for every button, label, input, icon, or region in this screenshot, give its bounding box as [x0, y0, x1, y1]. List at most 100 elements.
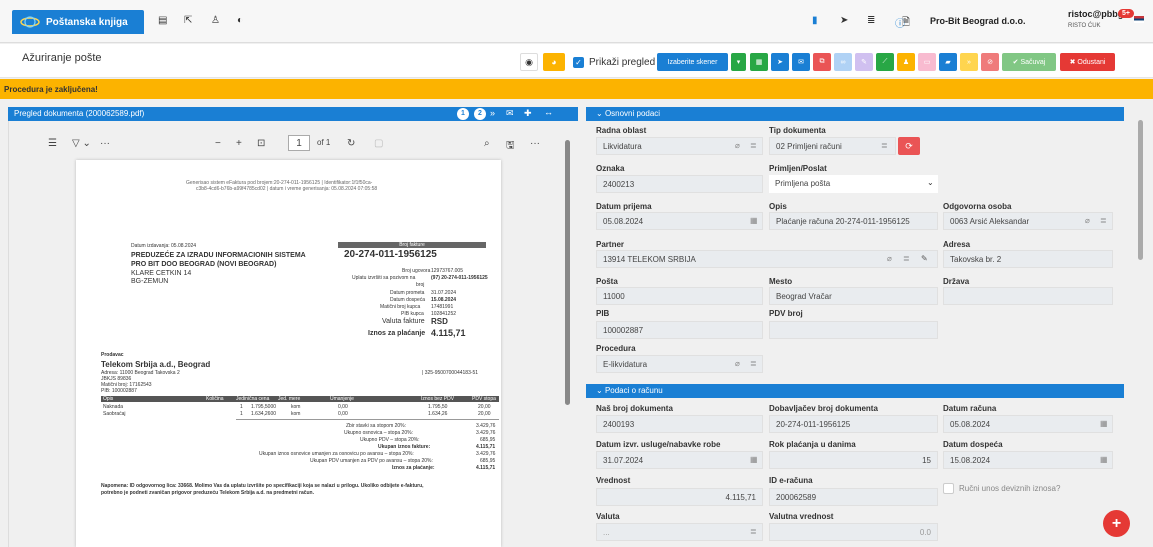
list-icon[interactable]: ≣ [881, 141, 888, 150]
select-scanner-button[interactable]: Izaberite skener [657, 53, 728, 71]
manual-currency-checkbox[interactable] [943, 483, 954, 494]
external-link-icon[interactable]: ⇱ [184, 15, 192, 26]
datum-racuna-value: 05.08.2024 [950, 420, 991, 429]
pdf-sum: 685,95 [480, 458, 496, 464]
bookmark-icon[interactable]: ▮ [812, 15, 818, 26]
pdf-td: kom [291, 411, 301, 417]
zoom-in-icon[interactable]: + [236, 138, 242, 149]
pdf-more-icon[interactable]: ··· [530, 138, 540, 149]
pib-field: 100002887 [596, 321, 763, 339]
primljen-select[interactable]: Primljena pošta ⌄ [769, 175, 938, 193]
list-icon[interactable]: ≣ [750, 141, 757, 150]
clear-icon[interactable]: ⌀ [887, 254, 892, 263]
search-icon[interactable]: ⌕ [484, 138, 490, 149]
valuta-field[interactable]: ... ≣ [596, 523, 763, 541]
fast-forward-icon[interactable]: » [490, 108, 495, 118]
odgovorna-osoba-field[interactable]: 0063 Arsić Aleksandar ⌀ ≣ [943, 212, 1113, 230]
user-email[interactable]: ristoc@pbbg [1068, 9, 1123, 19]
datum-usluge-value: 31.07.2024 [603, 456, 644, 465]
clear-icon[interactable]: ⌀ [735, 359, 740, 368]
opis-field[interactable]: Plaćanje računa 20-274-011-1956125 [769, 212, 938, 230]
form-scrollbar[interactable] [1138, 120, 1143, 260]
forward-icon[interactable]: » [960, 53, 978, 71]
more-icon[interactable]: ··· [100, 138, 110, 149]
radna-oblast-field[interactable]: Likvidatura ⌀ ≣ [596, 137, 763, 155]
folder-icon[interactable]: ▭ [918, 53, 936, 71]
copy-icon[interactable]: ⧉ [813, 53, 831, 71]
save-button[interactable]: ✔ Sačuvaj [1002, 53, 1056, 71]
fit-page-icon[interactable]: ⊡ [257, 138, 265, 149]
tip-dokumenta-field[interactable]: 02 Primljeni računi ≣ [769, 137, 896, 155]
pencil-icon[interactable]: ✎ [855, 53, 873, 71]
chart-icon[interactable]: ⟋ [876, 53, 894, 71]
clear-icon[interactable]: ⌀ [1085, 216, 1090, 225]
add-button[interactable]: + [1103, 510, 1130, 537]
id-card-icon[interactable]: ▤ [158, 15, 167, 26]
calendar-icon[interactable]: ▦ [1100, 419, 1108, 428]
pdf-buyer-3: KLARE CETKIN 14 [131, 270, 192, 277]
user-lock-icon[interactable]: ♙ [211, 15, 220, 26]
partner-field[interactable]: 13914 TELEKOM SRBIJA ⌀ ≣ ✎ [596, 250, 938, 268]
datum-prijema-field[interactable]: 05.08.2024 ▦ [596, 212, 763, 230]
highlight-icon[interactable]: ▽ ⌄ [72, 138, 91, 149]
send-icon[interactable]: ➤ [840, 15, 848, 26]
document-icon[interactable]: 🗎 [902, 15, 910, 32]
rok-placanja-field[interactable]: 15 [769, 451, 938, 469]
app-tab[interactable]: Poštanska knjiga [12, 10, 144, 34]
dobavljacev-broj-field: 20-274-011-1956125 [769, 415, 938, 433]
comment-icon[interactable]: ▰ [939, 53, 957, 71]
invoice-data-header[interactable]: ⌄ Podaci o računu [586, 384, 1124, 398]
expand-icon[interactable]: ↔ [544, 107, 553, 117]
scanner-dropdown-icon[interactable]: ▾ [731, 53, 746, 71]
calendar-icon[interactable]: ▦ [750, 455, 758, 464]
datum-usluge-field[interactable]: 31.07.2024 ▦ [596, 451, 763, 469]
contrast-icon[interactable]: ◐ [237, 15, 243, 26]
outline-icon[interactable]: ☰ [48, 138, 57, 149]
list-icon[interactable]: ≣ [750, 527, 757, 536]
mail-icon-doc[interactable]: ✉ [506, 108, 514, 119]
pin-icon[interactable]: ✚ [524, 108, 532, 119]
eye-toggle-button[interactable]: ◕ [543, 53, 565, 71]
show-preview-checkbox[interactable]: ✓ [573, 57, 584, 68]
chevron-down-icon: ⌄ [596, 386, 605, 395]
pdf-currency-label: Valuta fakture [382, 318, 425, 325]
ban-icon[interactable]: ⊘ [981, 53, 999, 71]
datum-racuna-field[interactable]: 05.08.2024 ▦ [943, 415, 1113, 433]
label-dobavljacev-broj: Dobavljačev broj dokumenta [769, 404, 878, 413]
list-icon[interactable]: ≣ [867, 15, 875, 26]
document-scrollbar[interactable] [565, 140, 570, 405]
scan-icon[interactable]: ▦ [750, 53, 768, 71]
basic-data-header[interactable]: ⌄ Osnovni podaci [586, 107, 1124, 121]
app-tab-label: Poštanska knjiga [46, 16, 128, 28]
pdf-date-label: Datum prometa [390, 290, 425, 296]
label-oznaka: Oznaka [596, 164, 625, 173]
page-1-badge[interactable]: 1 [457, 108, 469, 120]
cancel-button[interactable]: ✖ Odustani [1060, 53, 1115, 71]
procedura-field[interactable]: E-likvidatura ⌀ ≣ [596, 355, 763, 373]
refresh-button[interactable]: ⟳ [898, 137, 920, 155]
stamp-icon[interactable]: ♟ [897, 53, 915, 71]
send-button-icon[interactable]: ➤ [771, 53, 789, 71]
rotate-icon[interactable]: ↻ [347, 138, 355, 149]
serbian-flag-icon[interactable] [1134, 16, 1144, 23]
pencil-icon[interactable]: ✎ [921, 254, 928, 263]
list-icon[interactable]: ≣ [750, 359, 757, 368]
pdf-td: 1.795,5000 [251, 404, 277, 410]
id-e-racuna-field: 200062589 [769, 488, 938, 506]
mail-icon[interactable]: ✉ [792, 53, 810, 71]
notification-badge[interactable]: 5+ [1118, 9, 1134, 18]
vrednost-field[interactable]: 4.115,71 [596, 488, 763, 506]
calendar-icon[interactable]: ▦ [750, 216, 758, 225]
clear-icon[interactable]: ⌀ [735, 141, 740, 150]
page-2-badge[interactable]: 2 [474, 108, 486, 120]
radio-button[interactable]: ◉ [520, 53, 538, 71]
two-page-icon[interactable]: ▢ [374, 138, 383, 149]
list-icon[interactable]: ≣ [1100, 216, 1107, 225]
calendar-icon[interactable]: ▦ [1100, 455, 1108, 464]
link-icon[interactable]: ∞ [834, 53, 852, 71]
save-pdf-icon[interactable]: 🖫 [506, 138, 515, 155]
zoom-out-icon[interactable]: − [215, 138, 221, 149]
page-number-input[interactable]: 1 [288, 135, 310, 151]
datum-dospeca-field[interactable]: 15.08.2024 ▦ [943, 451, 1113, 469]
list-icon[interactable]: ≣ [903, 254, 910, 263]
